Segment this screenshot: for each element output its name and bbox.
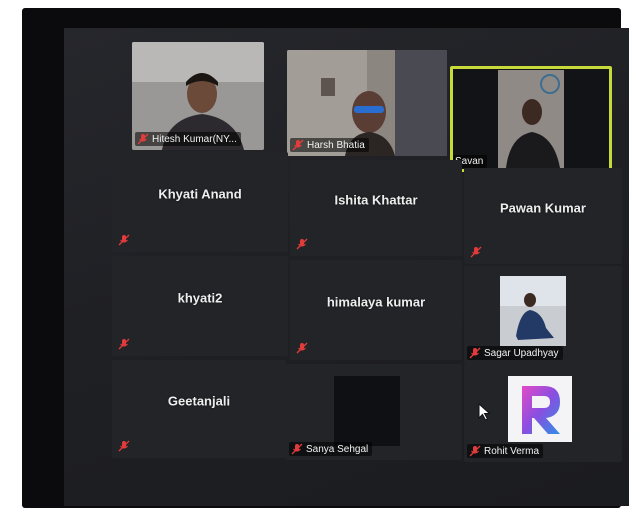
participant-tile-ishita[interactable]: Ishita Khattar [290, 160, 462, 256]
participant-label: Hitesh Kumar(NY... [135, 132, 241, 146]
participant-name: Ishita Khattar [334, 192, 418, 208]
participant-label: Sagar Upadhyay [467, 346, 563, 360]
participant-label: Harsh Bhatia [290, 138, 369, 152]
participant-tile-khyati-anand[interactable]: Khyati Anand [112, 152, 288, 252]
meeting-gallery-view: Hitesh Kumar(NY... Harsh Bhatia Savan Kh… [64, 28, 629, 506]
participant-tile-geetanjali[interactable]: Geetanjali [112, 360, 286, 458]
microphone-muted-icon [296, 342, 308, 354]
microphone-muted-icon [292, 139, 304, 151]
participant-label: Sanya Sehgal [289, 442, 373, 456]
participant-tile-pawan[interactable]: Pawan Kumar [464, 168, 622, 264]
microphone-muted-icon [296, 238, 308, 250]
microphone-muted-icon [118, 440, 130, 452]
profile-picture [508, 376, 572, 442]
microphone-muted-icon [470, 246, 482, 258]
participant-name: Pawan Kumar [500, 200, 586, 216]
participant-tile-hitesh[interactable]: Hitesh Kumar(NY... [132, 42, 264, 150]
participant-name: Harsh Bhatia [307, 139, 365, 151]
profile-picture [334, 376, 400, 446]
microphone-muted-icon [469, 445, 481, 457]
participant-name: khyati2 [177, 290, 223, 306]
participant-tile-himalaya[interactable]: himalaya kumar [290, 260, 462, 360]
participant-tile-harsh[interactable]: Harsh Bhatia [287, 50, 447, 156]
participant-name: Khyati Anand [158, 186, 242, 202]
microphone-muted-icon [469, 347, 481, 359]
participant-name: Rohit Verma [484, 445, 540, 457]
participant-name: himalaya kumar [326, 294, 426, 310]
participant-tile-khyati2[interactable]: khyati2 [112, 256, 288, 356]
microphone-muted-icon [118, 234, 130, 246]
participant-tile-sanya[interactable]: Sanya Sehgal [286, 364, 462, 460]
participant-name: Hitesh Kumar(NY... [152, 133, 237, 145]
participant-name: Sagar Upadhyay [484, 347, 559, 359]
microphone-muted-icon [137, 133, 149, 145]
participant-tile-sagar[interactable]: Sagar Upadhyay [464, 266, 622, 364]
mouse-pointer-icon [478, 403, 491, 421]
photo-frame: Hitesh Kumar(NY... Harsh Bhatia Savan Kh… [22, 8, 629, 508]
participant-name: Geetanjali [167, 393, 231, 409]
participant-name: Sanya Sehgal [306, 443, 369, 455]
profile-picture [500, 276, 566, 346]
participant-label: Rohit Verma [467, 444, 544, 458]
microphone-muted-icon [291, 443, 303, 455]
microphone-muted-icon [118, 338, 130, 350]
participant-tile-savan[interactable]: Savan [450, 66, 612, 172]
